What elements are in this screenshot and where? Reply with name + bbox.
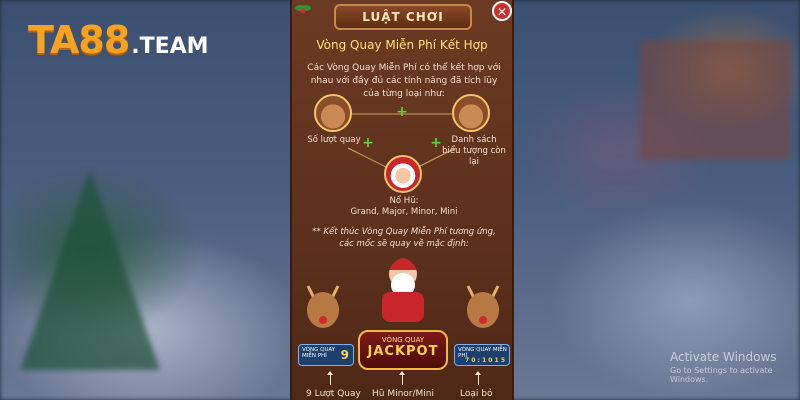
logo-suffix: .TEAM	[131, 34, 209, 59]
house-decoration	[640, 40, 790, 160]
badge-count: 7 0 : 1 0 1 5	[465, 357, 505, 364]
node-label-spins: Số lượt quay	[307, 135, 361, 145]
watermark-line1: Activate Windows	[670, 350, 777, 364]
badge-text: VÒNG QUAY MIỄN PHÍ	[302, 347, 336, 359]
windows-activation-watermark: Activate Windows Go to Settings to activ…	[670, 350, 800, 384]
logo-main: TA88	[28, 18, 130, 62]
reindeer-illustration-right	[466, 285, 500, 328]
reset-note: ** Kết thúc Vòng Quay Miễn Phí tương ứng…	[312, 227, 496, 249]
plus-icon: +	[396, 104, 408, 120]
christmas-tree-decoration	[20, 170, 160, 370]
jackpot-sign: VÒNG QUAY JACKPOT	[358, 330, 448, 370]
node-label-symbols: Danh sách biểu tượng còn lại	[442, 135, 506, 167]
rules-dialog: LUẬT CHƠI ✕ Vòng Quay Miễn Phí Kết Hợp C…	[290, 0, 514, 400]
arrow-up-icon	[399, 371, 405, 385]
plus-icon: +	[430, 135, 442, 151]
node-label-jackpot: Nổ Hũ:	[389, 196, 419, 206]
node-label-jackpot-tiers: Grand, Major, Minor, Mini	[350, 207, 458, 217]
arrow-up-icon	[475, 371, 481, 385]
reindeer-avatar-right	[452, 94, 490, 132]
badge-count: 9	[340, 348, 349, 362]
brand-logo[interactable]: TA88 .TEAM	[28, 18, 209, 62]
free-spin-badge-left: VÒNG QUAY MIỄN PHÍ 9	[298, 344, 354, 366]
arrow-up-icon	[327, 371, 333, 385]
santa-illustration	[382, 258, 424, 322]
reindeer-illustration-left	[306, 285, 340, 328]
footer-spins: 9 Lượt Quay	[306, 389, 361, 399]
free-spin-badge-right: VÒNG QUAY MIỄN PHÍ 7 0 : 1 0 1 5	[454, 344, 510, 366]
jackpot-sign-small: VÒNG QUAY	[381, 336, 425, 344]
footer-minor-mini: Hũ Minor/Mini	[372, 389, 435, 399]
jackpot-sign-big: JACKPOT	[367, 344, 439, 359]
santa-avatar	[384, 155, 422, 193]
footer-removed: Loại bỏ	[460, 389, 493, 399]
reindeer-avatar-left	[314, 94, 352, 132]
watermark-line2: Go to Settings to activate Windows.	[670, 366, 773, 384]
